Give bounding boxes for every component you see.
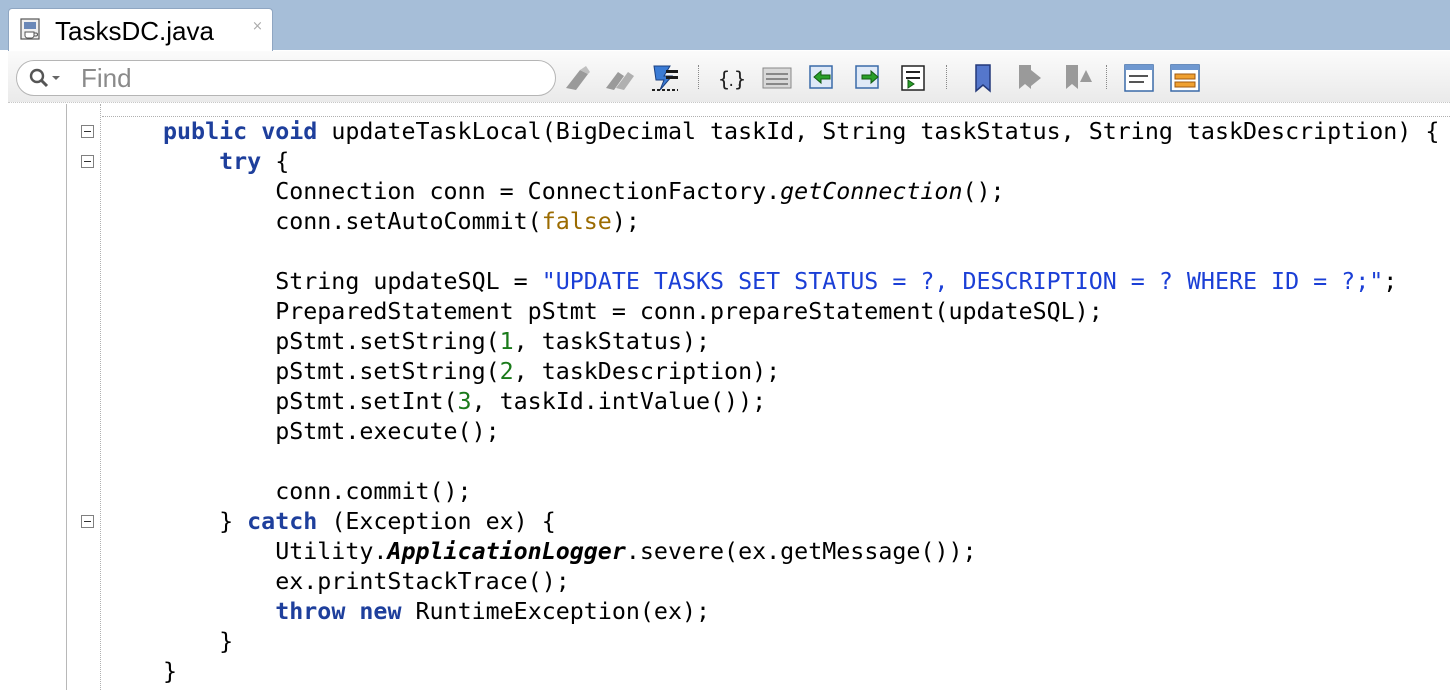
code-line[interactable]: conn.setAutoCommit(false); xyxy=(163,207,1439,237)
code-text: } xyxy=(163,508,248,535)
code-text: Connection conn = ConnectionFactory. xyxy=(163,178,781,205)
find-previous-icon[interactable] xyxy=(560,62,594,94)
code-line[interactable]: } catch (Exception ex) { xyxy=(163,507,1439,537)
close-tab-icon[interactable]: × xyxy=(252,19,263,34)
line-numbers-icon[interactable] xyxy=(760,62,794,94)
code-text: , taskStatus); xyxy=(513,328,711,355)
fold-collapse-icon[interactable] xyxy=(81,155,94,168)
toolbar-separator xyxy=(1106,65,1109,89)
search-icon[interactable] xyxy=(29,68,63,88)
code-line[interactable] xyxy=(163,447,1439,477)
code-line[interactable]: pStmt.setString(2, taskDescription); xyxy=(163,357,1439,387)
code-text: conn.setAutoCommit( xyxy=(163,208,542,235)
code-number: 2 xyxy=(499,358,514,385)
code-keyword: public xyxy=(163,118,248,145)
find-input[interactable] xyxy=(81,64,521,92)
code-text: ); xyxy=(611,208,640,235)
code-number: 3 xyxy=(457,388,472,415)
code-number: 1 xyxy=(499,328,514,355)
code-line[interactable]: String updateSQL = "UPDATE TASKS SET STA… xyxy=(163,267,1439,297)
tab-title: TasksDC.java xyxy=(55,16,214,46)
toggle-brackets-icon[interactable]: { } .. xyxy=(715,62,749,94)
code-text: (); xyxy=(962,178,1005,205)
code-string: "UPDATE TASKS SET STATUS = ?, DESCRIPTIO… xyxy=(541,268,1384,295)
toolbar-separator xyxy=(698,65,701,89)
code-text: RuntimeException(ex); xyxy=(401,598,711,625)
code-text: ex.printStackTrace(); xyxy=(163,568,570,595)
code-line[interactable]: conn.commit(); xyxy=(163,477,1439,507)
shift-left-icon[interactable] xyxy=(806,62,840,94)
code-line[interactable]: ex.printStackTrace(); xyxy=(163,567,1439,597)
code-line[interactable]: public void updateTaskLocal(BigDecimal t… xyxy=(163,117,1439,147)
code-static-field: ApplicationLogger xyxy=(387,538,626,565)
find-next-icon[interactable] xyxy=(602,62,636,94)
code-line[interactable]: } xyxy=(163,627,1439,657)
bookmark-icon[interactable] xyxy=(966,62,1000,94)
code-text: conn.commit(); xyxy=(163,478,472,505)
code-line[interactable] xyxy=(163,237,1439,267)
code-text: } xyxy=(163,628,234,655)
previous-bookmark-icon[interactable] xyxy=(1013,62,1047,94)
code-static-call: getConnection xyxy=(780,178,963,205)
code-text: , taskId.intValue()); xyxy=(471,388,767,415)
fold-collapse-icon[interactable] xyxy=(81,125,94,138)
code-line[interactable]: try { xyxy=(163,147,1439,177)
code-line[interactable]: pStmt.setInt(3, taskId.intValue()); xyxy=(163,387,1439,417)
code-keyword: try xyxy=(219,148,262,175)
code-text: pStmt.setString( xyxy=(163,358,500,385)
import-icon[interactable] xyxy=(898,62,932,94)
code-line[interactable]: } xyxy=(163,657,1439,687)
code-line[interactable]: throw new RuntimeException(ex); xyxy=(163,597,1439,627)
code-line[interactable]: PreparedStatement pStmt = conn.prepareSt… xyxy=(163,297,1439,327)
code-text: String updateSQL = xyxy=(163,268,542,295)
code-literal: false xyxy=(541,208,612,235)
code-text: pStmt.setString( xyxy=(163,328,500,355)
tab-tasksdc-java[interactable]: TasksDC.java × xyxy=(8,8,273,52)
code-text: ; xyxy=(1383,268,1398,295)
editor-toolbar: { } .. xyxy=(8,51,1450,103)
code-line[interactable]: Connection conn = ConnectionFactory.getC… xyxy=(163,177,1439,207)
split-view-icon[interactable] xyxy=(1168,62,1202,94)
code-line[interactable]: pStmt.setString(1, taskStatus); xyxy=(163,327,1439,357)
editor-gutter-border xyxy=(66,104,67,690)
java-file-icon xyxy=(20,18,40,40)
code-text: (Exception ex) { xyxy=(317,508,556,535)
svg-text:..: .. xyxy=(727,74,744,90)
highlight-occurrences-icon[interactable] xyxy=(648,62,682,94)
code-text: pStmt.setInt( xyxy=(163,388,458,415)
code-text: Utility. xyxy=(163,538,388,565)
code-keyword: catch xyxy=(247,508,318,535)
code-text: updateTaskLocal(BigDecimal taskId, Strin… xyxy=(317,118,1440,145)
code-editor[interactable]: public void updateTaskLocal(BigDecimal t… xyxy=(163,117,1439,687)
next-bookmark-icon[interactable] xyxy=(1060,62,1094,94)
fold-collapse-icon[interactable] xyxy=(81,515,94,528)
code-text: , taskDescription); xyxy=(513,358,781,385)
code-keyword: new xyxy=(359,598,402,625)
code-text: pStmt.execute(); xyxy=(163,418,500,445)
code-text: { xyxy=(261,148,290,175)
shift-right-icon[interactable] xyxy=(852,62,886,94)
find-box xyxy=(16,60,556,96)
code-keyword: throw xyxy=(275,598,346,625)
source-view-icon[interactable] xyxy=(1122,62,1156,94)
code-line[interactable]: pStmt.execute(); xyxy=(163,417,1439,447)
editor-tab-bar: TasksDC.java × xyxy=(0,0,1450,52)
code-text: .severe(ex.getMessage()); xyxy=(625,538,977,565)
code-text: } xyxy=(163,658,178,685)
editor-margin-line xyxy=(100,104,102,690)
toolbar-separator xyxy=(946,65,949,89)
code-line[interactable]: Utility.ApplicationLogger.severe(ex.getM… xyxy=(163,537,1439,567)
code-keyword: void xyxy=(261,118,318,145)
code-text: PreparedStatement pStmt = conn.prepareSt… xyxy=(163,298,1103,325)
